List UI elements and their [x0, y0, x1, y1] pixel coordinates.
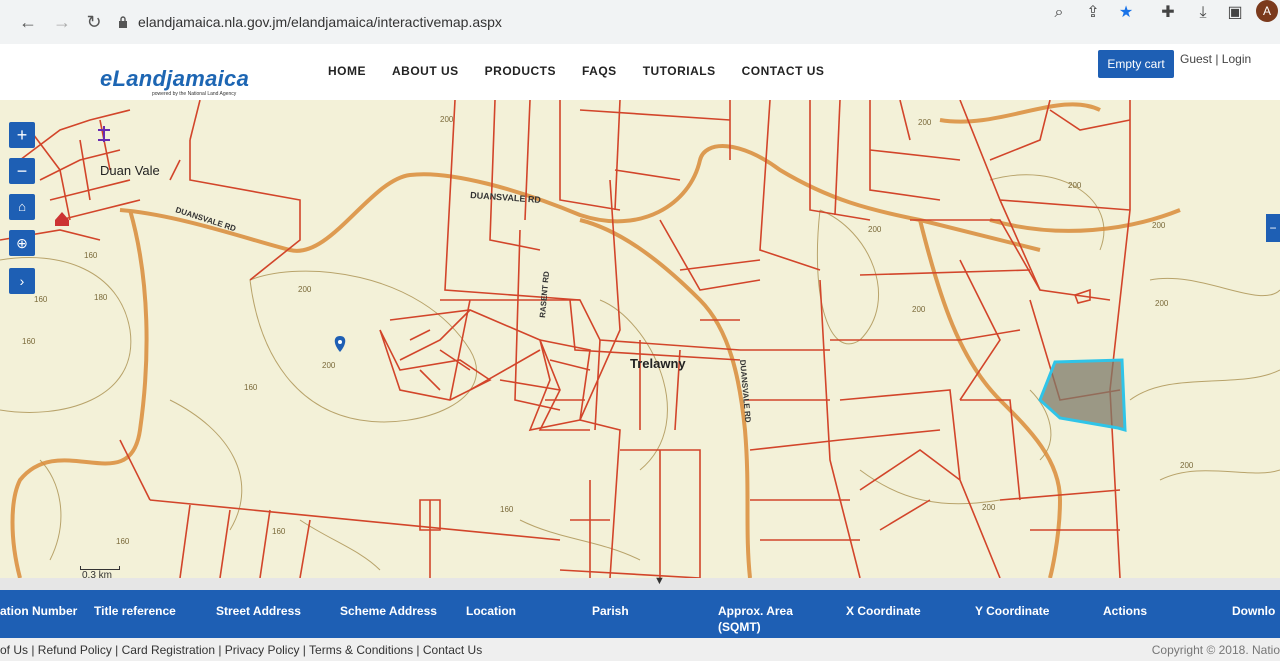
map-canvas[interactable]: Duan Vale Trelawny DUANSVALE RD DUANSVAL…	[0, 100, 1280, 578]
selected-parcel[interactable]	[1038, 358, 1127, 433]
results-table-header: ation Number Title reference Street Addr…	[0, 590, 1280, 638]
contour-label: 200	[298, 285, 312, 294]
side-panel-toggle[interactable]: −	[1266, 214, 1280, 242]
place-label: Duan Vale	[100, 163, 160, 178]
zoom-icon[interactable]: ⌕	[1046, 0, 1072, 26]
anchor-marker-icon[interactable]	[98, 126, 110, 142]
building-icon	[55, 212, 69, 226]
col-street-address[interactable]: Street Address	[216, 602, 301, 620]
share-icon[interactable]: ⇪	[1080, 0, 1106, 26]
col-application-number[interactable]: ation Number	[0, 602, 77, 620]
menu-products[interactable]: PRODUCTS	[485, 64, 556, 78]
menu-about[interactable]: ABOUT US	[392, 64, 459, 78]
contour-label: 200	[322, 361, 336, 370]
col-approx-area[interactable]: Approx. Area	[718, 602, 793, 620]
contour-label: 200	[1152, 221, 1166, 230]
site-footer: of Us | Refund Policy | Card Registratio…	[0, 638, 1280, 661]
menu-home[interactable]: HOME	[328, 64, 366, 78]
contour-label: 160	[34, 295, 48, 304]
contour-label: 200	[982, 503, 996, 512]
zoom-in-button[interactable]: +	[9, 122, 35, 148]
contour-label: 200	[1155, 299, 1169, 308]
col-parish[interactable]: Parish	[592, 602, 629, 620]
locate-button[interactable]: ⊕	[9, 230, 35, 256]
collapse-caret-icon[interactable]: ▼	[654, 575, 665, 587]
reload-icon[interactable]: ↻	[84, 12, 104, 32]
next-icon: ›	[19, 273, 25, 289]
contour-label: 180	[94, 293, 108, 302]
col-y-coordinate[interactable]: Y Coordinate	[975, 602, 1049, 620]
col-x-coordinate[interactable]: X Coordinate	[846, 602, 921, 620]
next-extent-button[interactable]: ›	[9, 268, 35, 294]
contour-label: 160	[84, 251, 98, 260]
site-header: eLandjamaica powered by the National Lan…	[0, 44, 1280, 100]
back-icon[interactable]: ←	[18, 12, 38, 32]
empty-cart-button[interactable]: Empty cart	[1098, 50, 1174, 78]
road-label-3: RASENT RD	[538, 271, 551, 318]
profile-avatar[interactable]: A	[1256, 0, 1278, 22]
parish-label: Trelawny	[630, 356, 686, 371]
location-pin-dot	[338, 340, 342, 344]
locate-icon: ⊕	[16, 235, 28, 251]
contour-label: 200	[1180, 461, 1194, 470]
lock-icon	[119, 16, 127, 28]
bookmark-star-icon[interactable]: ★	[1113, 0, 1139, 26]
home-extent-button[interactable]: ⌂	[9, 194, 35, 220]
roads	[10, 102, 1181, 578]
menu-contact[interactable]: CONTACT US	[742, 64, 825, 78]
col-scheme-address[interactable]: Scheme Address	[340, 602, 437, 620]
url-text: elandjamaica.nla.gov.jm/elandjamaica/int…	[138, 14, 502, 30]
panel-divider: ▼	[0, 575, 1280, 590]
menu-tutorials[interactable]: TUTORIALS	[643, 64, 716, 78]
sidepanel-icon[interactable]: ▣	[1222, 0, 1248, 26]
col-title-reference[interactable]: Title reference	[94, 602, 176, 620]
guest-login-link[interactable]: Guest | Login	[1180, 52, 1251, 66]
interactive-map[interactable]: Duan Vale Trelawny DUANSVALE RD DUANSVAL…	[0, 100, 1280, 578]
main-menu: HOME ABOUT US PRODUCTS FAQS TUTORIALS CO…	[328, 64, 850, 78]
contour-label: 200	[1068, 181, 1082, 190]
contour-label: 200	[918, 118, 932, 127]
contour-label: 160	[500, 505, 514, 514]
contour-label: 160	[116, 537, 130, 546]
zoom-out-button[interactable]: −	[9, 158, 35, 184]
browser-toolbar: ← → ↻ elandjamaica.nla.gov.jm/elandjamai…	[0, 0, 1280, 45]
home-icon: ⌂	[18, 199, 26, 214]
scale-label: 0.3 km	[82, 570, 113, 578]
copyright-text: Copyright © 2018. Natio	[1151, 643, 1280, 657]
footer-links[interactable]: of Us | Refund Policy | Card Registratio…	[0, 643, 482, 657]
address-bar[interactable]: elandjamaica.nla.gov.jm/elandjamaica/int…	[118, 8, 1018, 36]
site-logo[interactable]: eLandjamaica	[100, 66, 249, 92]
contour-label: 200	[440, 115, 454, 124]
contour-label: 160	[272, 527, 286, 536]
col-location[interactable]: Location	[466, 602, 516, 620]
contour-label: 160	[244, 383, 258, 392]
road-label-1: DUANSVALE RD	[470, 190, 542, 205]
download-icon[interactable]: ⤓	[1190, 0, 1216, 26]
col-area-unit: (SQMT)	[718, 620, 761, 634]
contour-label: 200	[912, 305, 926, 314]
menu-faqs[interactable]: FAQS	[582, 64, 617, 78]
contour-label: 200	[868, 225, 882, 234]
contour-label: 160	[22, 337, 36, 346]
extensions-icon[interactable]: ✚	[1155, 0, 1181, 26]
col-download[interactable]: Downlo	[1232, 602, 1275, 620]
forward-icon[interactable]: →	[52, 12, 72, 32]
col-actions[interactable]: Actions	[1103, 602, 1147, 620]
logo-tagline: powered by the National Land Agency	[152, 91, 237, 97]
